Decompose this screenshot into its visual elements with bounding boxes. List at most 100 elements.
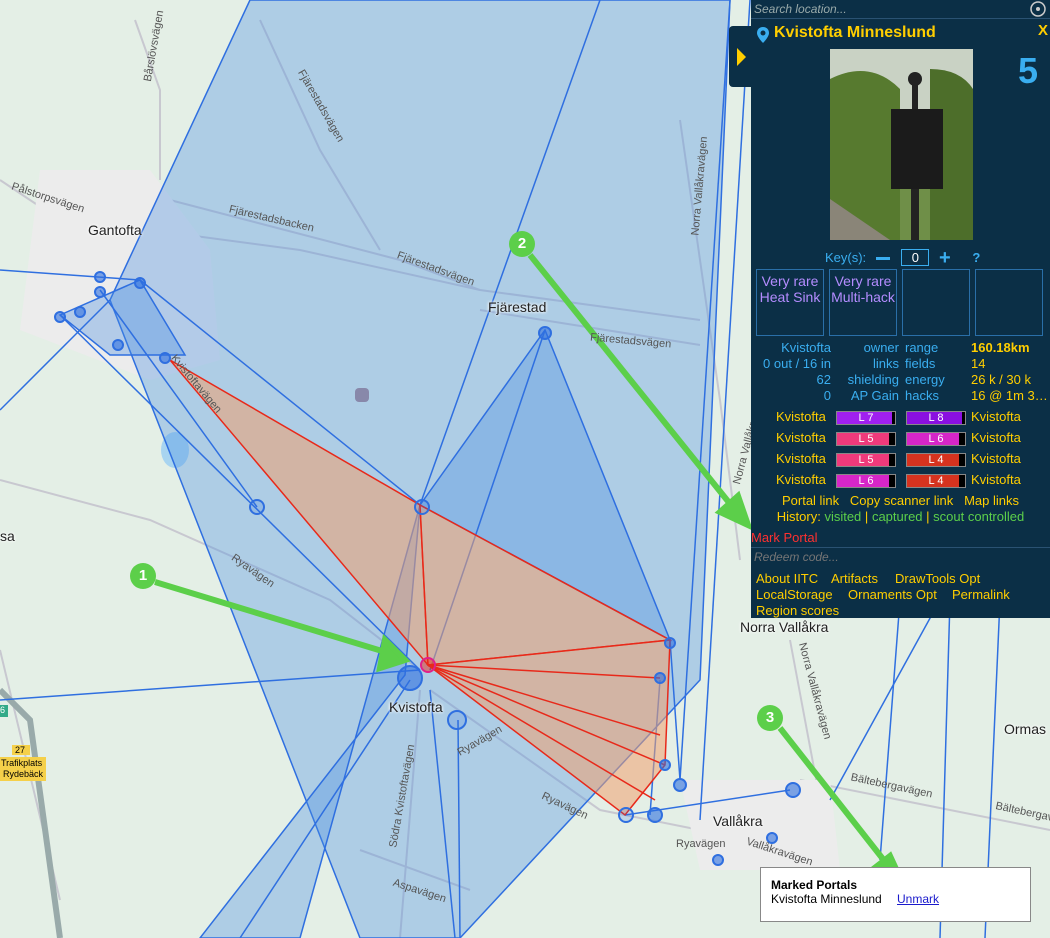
mod-slot-4: [975, 269, 1043, 336]
plus-icon[interactable]: +: [939, 247, 951, 269]
annotation-badge-3: 3: [757, 705, 783, 731]
resonator-bar: L 4: [906, 453, 966, 467]
links-value: 0 out / 16 in: [763, 356, 831, 371]
road-shield-6: 6: [0, 705, 6, 715]
resonator-bar: L 8: [906, 411, 966, 425]
label-trafikplats: Trafikplats: [1, 758, 43, 768]
history-visited: visited: [824, 509, 862, 524]
portal-links-row: Portal link Copy scanner link Map links: [751, 493, 1050, 508]
menu-drawtools-opt[interactable]: DrawTools Opt: [895, 571, 980, 586]
stats-left-values: Kvistofta 0 out / 16 in 62 0: [756, 340, 831, 404]
label-rydeback: Rydebäck: [3, 769, 44, 779]
menu-ornaments-opt[interactable]: Ornaments Opt: [848, 587, 937, 602]
history-captured: captured: [871, 509, 923, 524]
menu-permalink[interactable]: Permalink: [952, 587, 1010, 602]
resonator-bar: L 6: [836, 474, 896, 488]
chevron-right-icon: [737, 48, 746, 66]
map-pin-icon: [757, 27, 769, 43]
stats-right-values: 160.18km 14 26 k / 30 k 16 @ 1m 3…: [971, 340, 1050, 404]
resonator-owner: Kvistofta: [971, 472, 1021, 487]
keys-label: Key(s):: [825, 249, 867, 265]
history-separator-1: |: [864, 509, 869, 524]
town-ormas: Ormas: [1004, 721, 1046, 737]
history-separator-2: |: [926, 509, 930, 524]
portal-photo[interactable]: [830, 49, 973, 240]
fields-value: 14: [971, 356, 986, 371]
resonator-bar: L 4: [906, 474, 966, 488]
town-fjarestad: Fjärestad: [488, 299, 547, 315]
town-sa: sa: [0, 528, 15, 544]
resonator-bar: L 5: [836, 432, 896, 446]
portal-link[interactable]: Portal link: [782, 493, 839, 508]
annotation-badge-2: 2: [509, 231, 535, 257]
menu-about-iitc[interactable]: About IITC: [756, 571, 818, 586]
range-value[interactable]: 160.18km: [971, 340, 1050, 356]
redeem-bar: [751, 547, 1050, 567]
menu-artifacts[interactable]: Artifacts: [831, 571, 878, 586]
mod-slot-1: Very rare Heat Sink: [756, 269, 824, 336]
unmark-link[interactable]: Unmark: [897, 892, 939, 906]
road-shield-27: 27: [15, 745, 26, 755]
portal-image: [830, 49, 973, 240]
mod-slot-2: Very rare Multi-hack: [829, 269, 897, 336]
links-label: links: [872, 356, 899, 371]
selected-portal[interactable]: [420, 657, 436, 673]
shielding-label: shielding: [847, 372, 899, 387]
resonator-bar: L 6: [906, 432, 966, 446]
help-icon[interactable]: ?: [972, 250, 980, 265]
hacks-label: hacks: [905, 388, 939, 403]
ap-value: 0: [823, 388, 831, 403]
minus-icon[interactable]: [875, 257, 890, 260]
menu-localstorage[interactable]: LocalStorage: [756, 587, 833, 602]
sidebar-toggle-button[interactable]: [729, 26, 751, 87]
portal-title[interactable]: Kvistofta Minneslund: [774, 24, 936, 42]
resonator-bar: L 5: [836, 453, 896, 467]
stats-right-labels: range fields energy hacks: [905, 340, 965, 404]
sidebar: Kvistofta Minneslund X 5 Key(s): 0 + ? V…: [751, 0, 1050, 618]
resonator-owner: Kvistofta: [776, 430, 826, 445]
town-gantofta: Gantofta: [88, 222, 142, 238]
marked-portals-panel: Marked Portals Kvistofta Minneslund Unma…: [760, 867, 1031, 922]
menu-region-scores[interactable]: Region scores: [756, 603, 839, 618]
map-links[interactable]: Map links: [964, 493, 1019, 508]
search-bar: [751, 0, 1050, 19]
history-scout: scout controlled: [933, 509, 1025, 524]
keys-row: Key(s): 0 + ?: [825, 247, 980, 270]
hacks-value: 16 @ 1m 3…: [971, 388, 1048, 403]
keys-count-input[interactable]: 0: [901, 248, 930, 266]
resonator-owner: Kvistofta: [776, 472, 826, 487]
resonator-bar: L 7: [836, 411, 896, 425]
marked-portal-name: Kvistofta Minneslund: [771, 892, 882, 906]
resonator-owner: Kvistofta: [776, 451, 826, 466]
range-label: range: [905, 340, 939, 355]
energy-value: 26 k / 30 k: [971, 372, 1031, 387]
owner-label: owner: [863, 340, 899, 355]
shielding-value: 62: [816, 372, 831, 387]
resonator-owner: Kvistofta: [776, 409, 826, 424]
ap-label: AP Gain: [850, 388, 899, 403]
town-norra-vallakra: Norra Vallåkra: [740, 619, 829, 635]
mod-slot-3: [902, 269, 970, 336]
history-label: History:: [776, 509, 821, 524]
energy-label: energy: [905, 372, 945, 387]
owner-value: Kvistofta: [781, 340, 831, 355]
portal-level: 5: [1017, 50, 1038, 91]
close-button[interactable]: X: [1038, 22, 1048, 39]
marked-portals-title: Marked Portals: [771, 878, 858, 892]
search-input[interactable]: [754, 0, 1024, 17]
stats-left-labels: owner links shielding AP Gain: [837, 340, 899, 404]
resonator-owner: Kvistofta: [971, 451, 1021, 466]
copy-scanner-link[interactable]: Copy scanner link: [850, 493, 953, 508]
history-row: History: visited | captured | scout cont…: [751, 509, 1050, 524]
town-kvistofta: Kvistofta: [389, 699, 443, 715]
toolbox-menu: About IITC Artifacts DrawTools Opt Local…: [751, 565, 1050, 618]
locate-icon[interactable]: [1029, 0, 1048, 18]
fields-label: fields: [905, 356, 936, 371]
mark-portal-link[interactable]: Mark Portal: [751, 530, 817, 545]
road-ryavagen-label: Ryavägen: [676, 838, 726, 850]
annotation-badge-1: 1: [130, 563, 156, 589]
resonator-owner: Kvistofta: [971, 430, 1021, 445]
bus-stop-icon: [355, 388, 369, 402]
resonator-owner: Kvistofta: [971, 409, 1021, 424]
redeem-input[interactable]: [754, 548, 1044, 565]
